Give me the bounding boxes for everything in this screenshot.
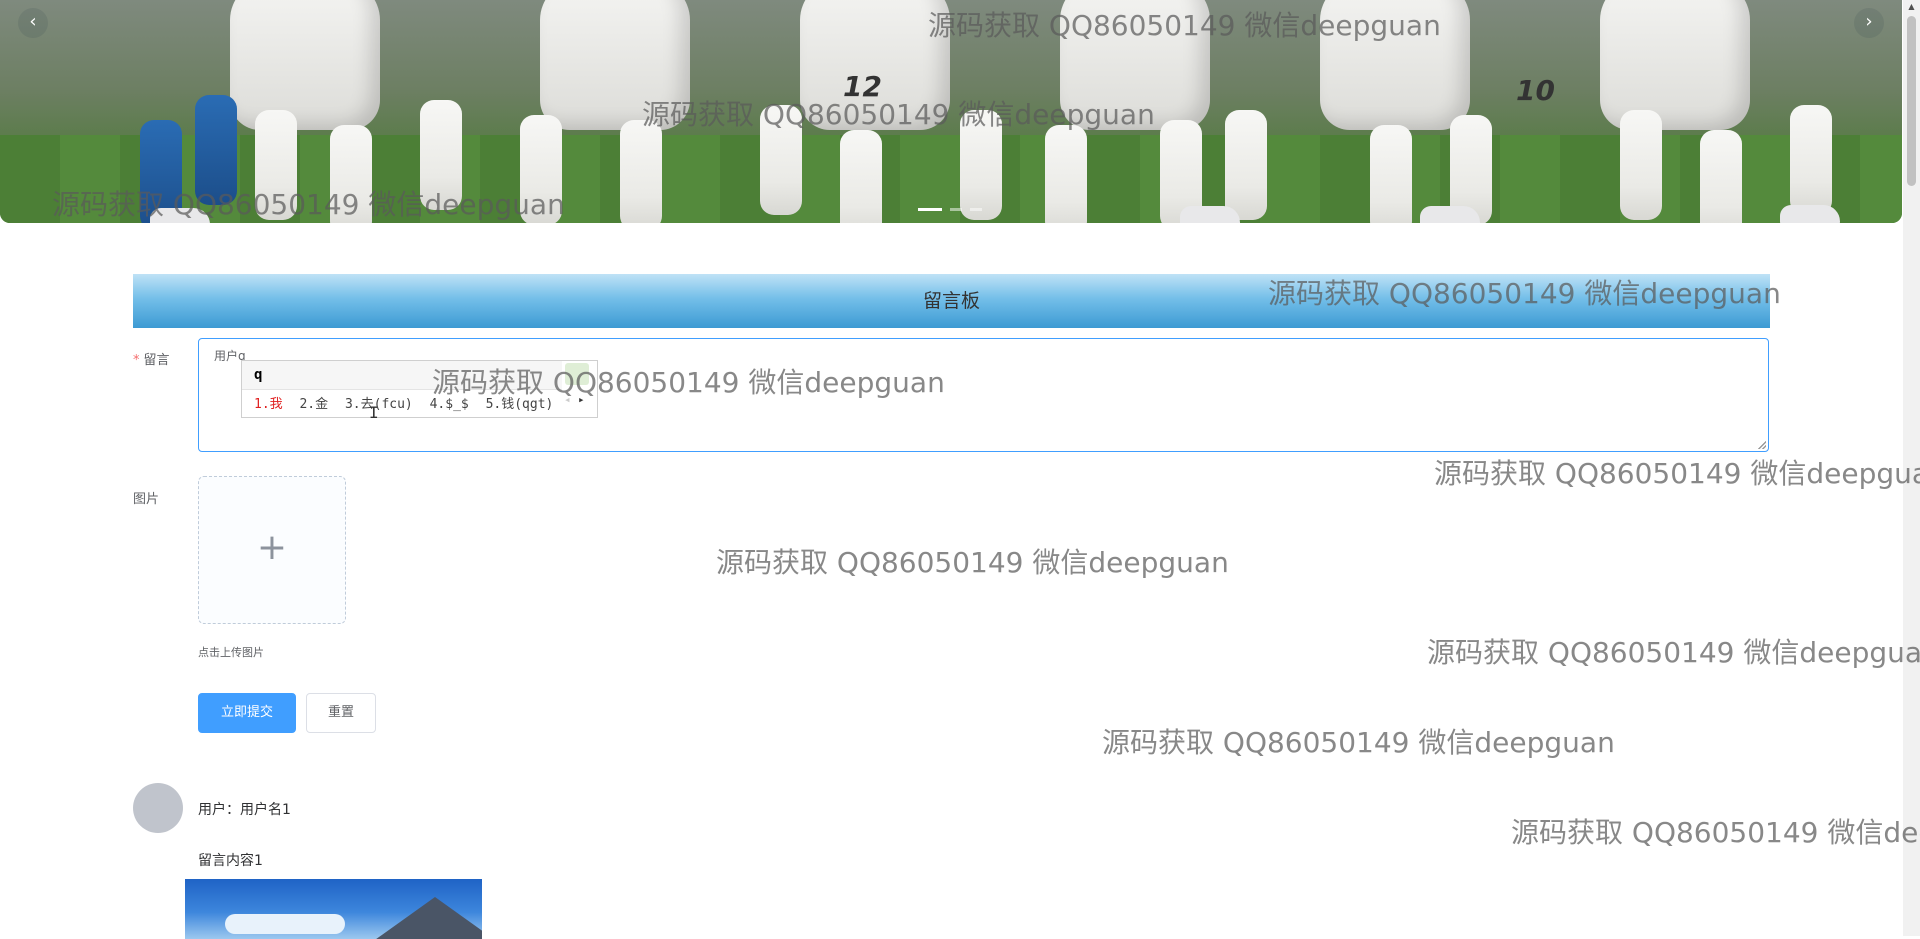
banner-leg <box>1045 125 1087 223</box>
ime-candidate[interactable]: 1.我 <box>254 397 283 412</box>
ime-candidate[interactable]: 3.去(fcu) <box>345 397 413 412</box>
watermark-text: 源码获取 QQ86050149 微信deepguan <box>1102 726 1615 759</box>
chevron-left-icon: ‹ <box>29 11 37 32</box>
banner-leg <box>520 115 562 223</box>
banner-leg <box>330 125 372 223</box>
banner-shoe <box>1180 206 1240 223</box>
banner-leg <box>840 130 882 223</box>
banner-player <box>1060 0 1210 130</box>
resize-handle-icon[interactable] <box>1758 441 1766 449</box>
banner-player <box>1600 0 1750 130</box>
watermark-text: 源码获取 QQ86050149 微信deepguan <box>716 546 1229 579</box>
ime-prev-page-icon[interactable]: ◂ <box>564 393 571 406</box>
banner-player <box>800 0 950 130</box>
banner-leg <box>960 110 1002 220</box>
ime-candidate[interactable]: 2.金 <box>299 397 328 412</box>
banner-leg <box>1225 110 1267 220</box>
watermark-text: 源码获取 QQ86050149 微信deepguan <box>1511 816 1920 849</box>
watermark-text: 源码获取 QQ86050149 微信deepguan <box>1434 457 1920 490</box>
banner-leg <box>1790 105 1832 215</box>
banner-shoe <box>1420 206 1480 223</box>
comment-image-cloud <box>225 914 345 934</box>
ime-candidate-window: q 1.我 2.金 3.去(fcu) 4.$_$ 5.钱(qgt) ◂ ▸ <box>241 360 598 418</box>
banner-player <box>540 0 690 130</box>
plus-icon: + <box>256 527 288 568</box>
banner-shoe <box>1780 205 1840 223</box>
ime-candidate[interactable]: 5.钱(qgt) <box>486 397 554 412</box>
required-asterisk: * <box>133 353 140 368</box>
banner-shoe <box>150 208 210 223</box>
avatar <box>133 783 183 833</box>
message-board-header: 留言板 <box>133 274 1770 328</box>
banner-player <box>230 0 380 130</box>
carousel-next-button[interactable]: › <box>1854 8 1884 38</box>
banner-leg <box>620 120 662 223</box>
banner-leg <box>195 95 237 205</box>
scroll-up-icon[interactable]: ▲ <box>1903 2 1920 11</box>
jersey-number: 12 <box>843 70 882 103</box>
chevron-right-icon: › <box>1865 11 1873 32</box>
banner-carousel: 12 10 ‹ › <box>0 0 1902 223</box>
submit-button[interactable]: 立即提交 <box>198 693 296 733</box>
carousel-prev-button[interactable]: ‹ <box>18 8 48 38</box>
carousel-indicator[interactable] <box>950 208 962 211</box>
banner-leg <box>420 100 462 210</box>
ime-composition-bar <box>242 361 562 390</box>
upload-tip: 点击上传图片 <box>198 646 264 659</box>
comment-content: 留言内容1 <box>198 853 263 869</box>
ime-indicator <box>565 363 589 385</box>
ime-next-page-icon[interactable]: ▸ <box>578 393 585 406</box>
carousel-indicator[interactable] <box>918 208 942 211</box>
carousel-indicator[interactable] <box>970 208 982 211</box>
ime-candidates: 1.我 2.金 3.去(fcu) 4.$_$ 5.钱(qgt) <box>254 393 562 412</box>
page-title: 留言板 <box>922 290 980 312</box>
banner-leg <box>760 105 802 215</box>
jersey-number: 10 <box>1516 74 1555 107</box>
watermark-text: 源码获取 QQ86050149 微信deepguan <box>1427 636 1920 669</box>
comment-user: 用户：用户名1 <box>198 802 291 818</box>
image-upload-button[interactable]: + <box>198 476 346 624</box>
reset-button[interactable]: 重置 <box>306 693 376 733</box>
carousel-indicators <box>918 208 982 211</box>
comment-image-mountain <box>365 897 482 939</box>
ime-candidate[interactable]: 4.$_$ <box>430 397 469 412</box>
banner-leg <box>255 110 297 220</box>
image-label: 图片 <box>133 492 160 507</box>
comment-image[interactable] <box>185 879 482 939</box>
page-scrollbar[interactable]: ▲ <box>1903 0 1920 936</box>
text-cursor-icon: I <box>369 403 379 422</box>
banner-leg <box>1700 130 1742 223</box>
ime-composition: q <box>254 367 263 383</box>
banner-leg <box>1620 110 1662 220</box>
banner-leg <box>1370 125 1412 223</box>
message-label: * 留言 <box>133 353 170 368</box>
scrollbar-thumb[interactable] <box>1907 16 1916 186</box>
banner-player <box>1320 0 1470 130</box>
